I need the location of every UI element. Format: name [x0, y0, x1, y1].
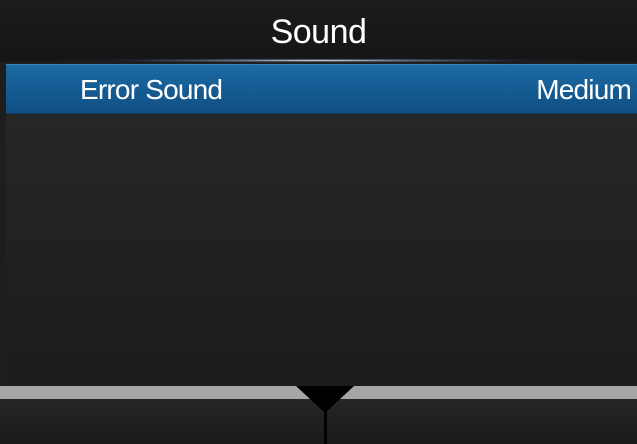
- header-bar: Sound: [0, 0, 637, 63]
- list-empty-area: [6, 114, 637, 386]
- list-item-value: Medium: [536, 74, 632, 105]
- title-underline-glow: [0, 58, 637, 63]
- page-title: Sound: [270, 13, 367, 51]
- printer-screen: Sound Error Sound Medium: [0, 0, 637, 444]
- list-item-label: Error Sound: [80, 74, 223, 105]
- list-item-error-sound[interactable]: Error Sound Medium: [6, 64, 637, 114]
- down-arrow-icon: [296, 386, 354, 413]
